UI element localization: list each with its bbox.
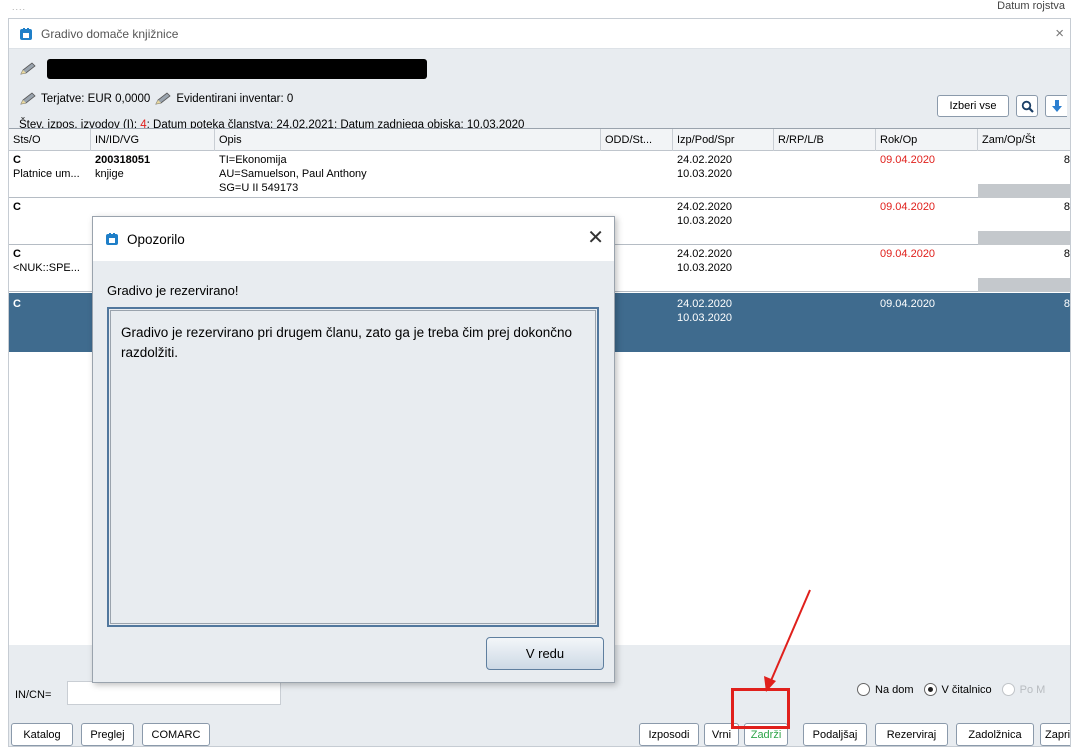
gray-block [978,184,1070,198]
incn-input[interactable] [67,681,281,705]
izposodi-button[interactable]: Izposodi [639,723,699,746]
zapri-button[interactable]: Zapri [1040,723,1070,746]
zadolznica-button[interactable]: Zadolžnica [956,723,1034,746]
reminder-cell: 8 [1063,298,1070,310]
gray-block [978,231,1070,245]
dialog-heading: Gradivo je rezervirano! [107,283,239,298]
reminder-cell: 8 [1063,248,1070,260]
due-date-cell: 09.04.2020 [880,201,936,213]
incn-label: IN/CN= [15,689,52,701]
description-author: AU=Samuelson, Paul Anthony [219,168,367,180]
gray-block [978,278,1070,292]
search-icon [1021,100,1034,113]
extend-date-cell: 10.03.2020 [677,312,733,324]
annotation-highlight-box [731,688,790,729]
table-row[interactable]: C Platnice um... 200318051 knjige TI=Eko… [9,151,1070,198]
dialog-close-button[interactable]: ✕ [587,225,604,250]
due-date-cell: 09.04.2020 [880,154,936,166]
ok-button[interactable]: V redu [486,637,604,670]
column-header[interactable]: ODD/St... [601,129,673,151]
window-titlebar: Gradivo domače knjižnice × [9,19,1070,49]
pencil-icon[interactable] [19,92,37,106]
status-cell: C [13,298,21,310]
app-logo-icon [19,27,33,41]
pencil-icon[interactable] [19,62,37,76]
window-title: Gradivo domače knjižnice [41,26,179,41]
column-header[interactable]: IN/ID/VG [91,129,215,151]
loan-date-cell: 24.02.2020 [677,248,733,260]
extend-date-cell: 10.03.2020 [677,215,733,227]
dialog-titlebar: Opozorilo [93,217,614,261]
dialog-message-frame: Gradivo je rezervirano pri drugem članu,… [107,307,599,627]
podaljsaj-button[interactable]: Podaljšaj [803,723,867,746]
extend-date-cell: 10.03.2020 [677,262,733,274]
radio-reading-room-label: V čitalnico [941,683,992,696]
download-button[interactable] [1045,95,1067,117]
column-header[interactable]: Zam/Op/Št [978,129,1070,151]
status-cell: C [13,154,21,166]
extend-date-cell: 10.03.2020 [677,168,733,180]
type-cell: knjige [95,168,124,180]
radio-home-label: Na dom [875,683,914,696]
preglej-button[interactable]: Preglej [81,723,134,746]
column-header[interactable]: Sts/O [9,129,91,151]
description-title: TI=Ekonomija [219,154,287,166]
reminder-cell: 8 [1063,201,1070,213]
dialog-title: Opozorilo [127,231,185,247]
column-header[interactable]: Izp/Pod/Spr [673,129,774,151]
description-signature: SG=U II 549173 [219,182,299,194]
app-logo-icon [105,232,119,246]
status-cell: C [13,248,21,260]
due-date-cell: 09.04.2020 [880,248,936,260]
drag-dots: .... [12,2,27,12]
obligations-text: Terjatve: EUR 0,0000 [41,93,151,105]
dialog-message: Gradivo je rezervirano pri drugem članu,… [110,310,596,624]
table-header: Sts/O IN/ID/VG Opis ODD/St... Izp/Pod/Sp… [9,129,1070,151]
loan-type-radios: Na dom V čitalnico Po M [857,683,1055,696]
member-name-row [19,59,427,79]
partial-top-text: Datum rojstva [997,0,1065,12]
loan-date-cell: 24.02.2020 [677,201,733,213]
katalog-button[interactable]: Katalog [11,723,73,746]
column-header[interactable]: Rok/Op [876,129,978,151]
radio-other [1001,683,1015,696]
radio-other-label: Po M [1019,683,1046,696]
rezerviraj-button[interactable]: Rezerviraj [875,723,948,746]
due-date-cell: 09.04.2020 [880,298,936,310]
comarc-button[interactable]: COMARC [142,723,210,746]
column-header[interactable]: Opis [215,129,601,151]
top-strip: .... Datum rojstva [0,0,1071,18]
download-icon [1051,100,1062,112]
loan-date-cell: 24.02.2020 [677,298,733,310]
column-header[interactable]: R/RP/L/B [774,129,876,151]
status-note-cell: <NUK::SPE... [13,262,80,274]
inventory-text: Evidentirani inventar: 0 [176,93,294,105]
redacted-member-name [47,59,427,79]
status-cell: C [13,201,21,213]
window-close-button[interactable]: × [1055,25,1064,42]
loan-date-cell: 24.02.2020 [677,154,733,166]
radio-reading-room[interactable] [923,683,937,696]
warning-dialog: Opozorilo ✕ Gradivo je rezervirano! Grad… [92,216,615,683]
search-button[interactable] [1016,95,1038,117]
id-cell: 200318051 [95,154,151,166]
radio-home[interactable] [857,683,870,696]
status-note-cell: Platnice um... [13,168,80,180]
select-all-button[interactable]: Izberi vse [937,95,1009,117]
obligations-row: Terjatve: EUR 0,0000 Evidentirani invent… [19,92,293,106]
reminder-cell: 8 [1063,154,1070,166]
pencil-icon[interactable] [154,92,172,106]
